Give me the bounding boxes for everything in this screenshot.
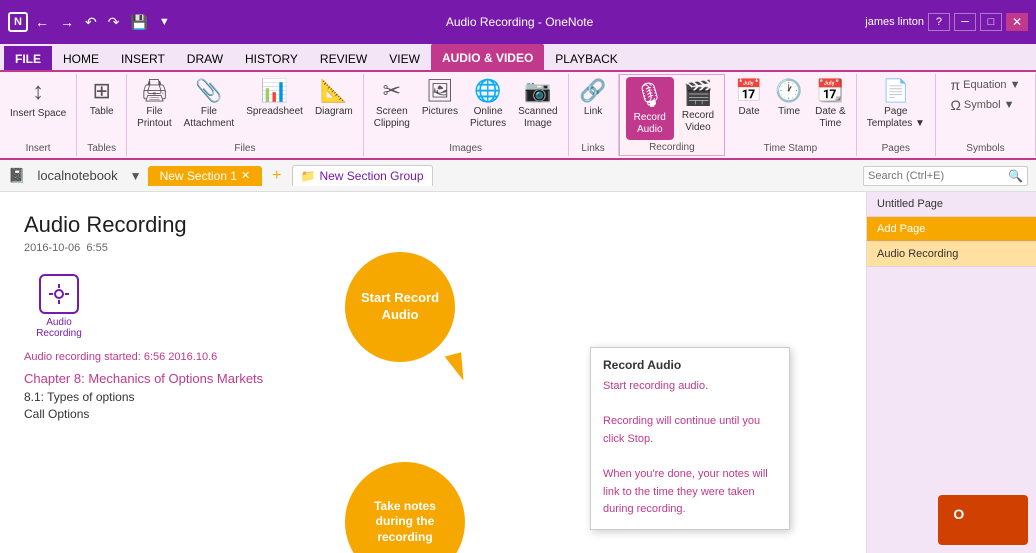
ribbon-group-tables: ⊞ Table Tables — [77, 74, 127, 156]
scanned-image-icon: 📷 — [524, 78, 551, 104]
tooltip-body: Start recording audio. Recording will co… — [603, 378, 777, 519]
customize-btn[interactable]: ▼ — [155, 14, 174, 30]
undo-btn[interactable]: ↶ — [81, 12, 101, 33]
file-printout-icon: 🖨 — [140, 78, 168, 104]
title-bar: Audio Recording - OneNote — [446, 15, 593, 29]
onenote-logo: N — [8, 12, 28, 32]
search-btn[interactable]: 🔍 — [1008, 169, 1023, 183]
sidebar-item-add-page[interactable]: Add Page — [867, 217, 1036, 242]
record-audio-tooltip: Record Audio Start recording audio. Reco… — [590, 347, 790, 530]
pictures-icon: 🖼 — [426, 78, 454, 104]
spreadsheet-icon: 📊 — [261, 78, 288, 104]
help-btn[interactable]: ? — [928, 13, 950, 31]
table-icon: ⊞ — [92, 78, 110, 104]
insert-space-icon: ↕ — [32, 78, 44, 106]
tab-home[interactable]: HOME — [52, 46, 110, 70]
section-group-tab[interactable]: 📁 New Section Group — [292, 165, 433, 186]
minimize-btn[interactable]: ─ — [954, 13, 976, 31]
close-btn[interactable]: ✕ — [1006, 13, 1028, 31]
tooltip-title: Record Audio — [603, 358, 777, 372]
audio-file-block: Audio Recording — [24, 274, 94, 339]
scanned-image-btn[interactable]: 📷 ScannedImage — [514, 76, 561, 132]
office-logo: O Office教程网 www.office26.com — [938, 495, 1028, 545]
sidebar-item-untitled[interactable]: Untitled Page — [867, 192, 1036, 217]
user-name: james linton — [865, 16, 924, 28]
tab-history[interactable]: HISTORY — [234, 46, 309, 70]
page-templates-icon: 📄 — [882, 78, 909, 104]
date-icon: 📅 — [735, 78, 762, 104]
search-input[interactable] — [868, 170, 1008, 182]
notebook-name[interactable]: localnotebook — [31, 166, 123, 185]
insert-space-btn[interactable]: ↕ Insert Space — [6, 76, 70, 122]
tab-review[interactable]: REVIEW — [309, 46, 378, 70]
equation-btn[interactable]: π Equation ▼ — [946, 76, 1024, 94]
ribbon-group-pages: 📄 PageTemplates ▼ Pages — [857, 74, 936, 156]
link-icon: 🔗 — [579, 78, 606, 104]
date-time-btn[interactable]: 📆 Date &Time — [811, 76, 850, 132]
time-btn[interactable]: 🕐 Time — [771, 76, 807, 120]
section-tab-active[interactable]: New Section 1 ✕ — [148, 166, 263, 186]
new-tab-btn[interactable]: + — [268, 167, 285, 185]
time-icon: 🕐 — [775, 78, 802, 104]
record-audio-icon: 🎙 — [635, 81, 665, 110]
ribbon-group-files: 🖨 FilePrintout 📎 FileAttachment 📊 Spread… — [127, 74, 364, 156]
tab-draw[interactable]: DRAW — [176, 46, 234, 70]
search-bar: 🔍 — [863, 166, 1028, 186]
tab-playback[interactable]: PLAYBACK — [544, 46, 628, 70]
ribbon-group-links: 🔗 Link Links — [569, 74, 619, 156]
record-video-btn[interactable]: 🎬 RecordVideo — [678, 77, 718, 136]
redo-btn[interactable]: ↷ — [104, 12, 124, 33]
notebook-icon: 📓 — [8, 167, 25, 184]
ribbon-group-images: ✂ ScreenClipping 🖼 Pictures 🌐 OnlinePict… — [364, 74, 569, 156]
diagram-btn[interactable]: 📐 Diagram — [311, 76, 357, 120]
section-group-icon: 📁 — [301, 169, 316, 183]
record-video-icon: 🎬 — [683, 79, 713, 108]
file-attachment-icon: 📎 — [195, 78, 222, 104]
back-btn[interactable]: ← — [31, 12, 53, 32]
table-btn[interactable]: ⊞ Table — [84, 76, 120, 120]
pictures-btn[interactable]: 🖼 Pictures — [418, 76, 462, 120]
callout-take-notes: Take notes during the recording — [345, 462, 465, 553]
sidebar-item-audio-recording[interactable]: Audio Recording — [867, 242, 1036, 267]
screen-clipping-icon: ✂ — [383, 78, 401, 104]
maximize-btn[interactable]: □ — [980, 13, 1002, 31]
tab-view[interactable]: VIEW — [378, 46, 431, 70]
tab-insert[interactable]: INSERT — [110, 46, 176, 70]
date-btn[interactable]: 📅 Date — [731, 76, 767, 120]
ribbon-group-recording: 🎙 RecordAudio 🎬 RecordVideo Recording — [619, 74, 726, 156]
ribbon-group-timestamp: 📅 Date 🕐 Time 📆 Date &Time Time Stamp — [725, 74, 857, 156]
page-templates-btn[interactable]: 📄 PageTemplates ▼ — [863, 76, 929, 132]
save-btn[interactable]: 💾 — [126, 12, 151, 33]
screen-clipping-btn[interactable]: ✂ ScreenClipping — [370, 76, 414, 132]
file-attachment-btn[interactable]: 📎 FileAttachment — [180, 76, 239, 132]
tab-audio-video[interactable]: AUDIO & VIDEO — [431, 44, 544, 70]
link-btn[interactable]: 🔗 Link — [575, 76, 611, 120]
symbol-icon: Ω — [950, 97, 960, 113]
ribbon-group-symbols: π Equation ▼ Ω Symbol ▼ Symbols — [936, 74, 1036, 156]
file-printout-btn[interactable]: 🖨 FilePrintout — [133, 76, 175, 132]
ribbon-group-insert: ↕ Insert Space Insert — [0, 74, 77, 156]
audio-file-icon — [39, 274, 79, 314]
date-time-icon: 📆 — [817, 78, 844, 104]
online-pictures-icon: 🌐 — [474, 78, 501, 104]
diagram-icon: 📐 — [320, 78, 347, 104]
page-title: Audio Recording — [24, 212, 842, 238]
forward-btn[interactable]: → — [56, 12, 78, 32]
spreadsheet-btn[interactable]: 📊 Spreadsheet — [242, 76, 307, 120]
tab-file[interactable]: FILE — [4, 46, 52, 70]
equation-icon: π — [950, 77, 960, 93]
online-pictures-btn[interactable]: 🌐 OnlinePictures — [466, 76, 510, 132]
notebook-dropdown[interactable]: ▼ — [130, 169, 142, 183]
page-date-time: 2016-10-06 6:55 — [24, 242, 842, 254]
callout-start-record: Start Record Audio — [345, 252, 455, 362]
record-audio-btn[interactable]: 🎙 RecordAudio — [626, 77, 674, 140]
symbol-btn[interactable]: Ω Symbol ▼ — [946, 96, 1018, 114]
